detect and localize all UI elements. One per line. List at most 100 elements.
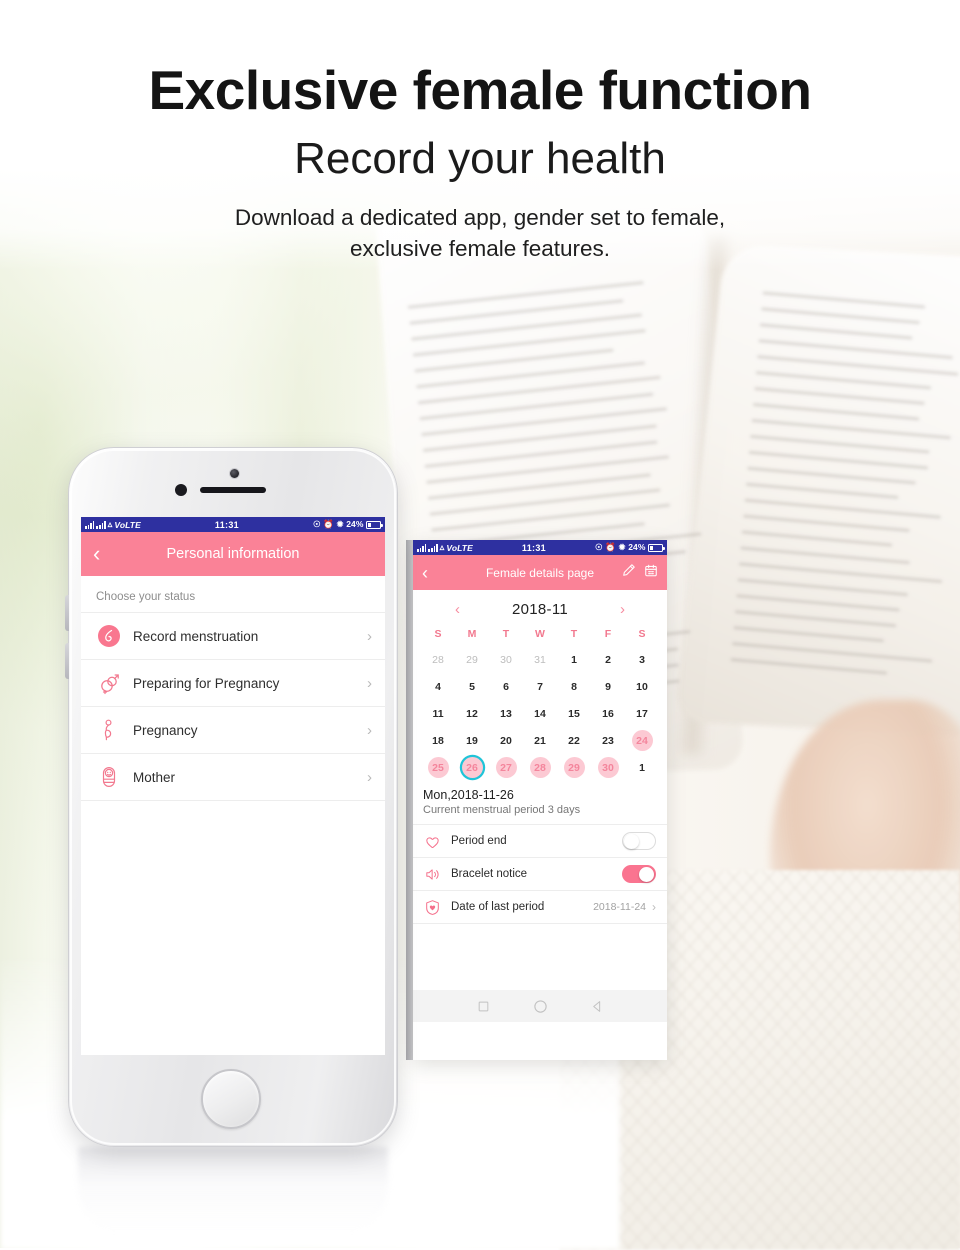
circle-home-icon[interactable] — [533, 999, 548, 1014]
calendar-week-row: 4 5 6 7 8 9 10 — [421, 673, 659, 700]
calendar-day[interactable]: 19 — [462, 730, 483, 751]
calendar-day[interactable]: 8 — [564, 676, 585, 697]
calendar-cell[interactable]: 7 — [523, 673, 557, 700]
book-text-line — [418, 376, 661, 404]
toggle-knob — [639, 867, 654, 882]
calendar-cell[interactable]: 26 — [455, 754, 489, 781]
status-option-row[interactable]: Pregnancy › — [81, 707, 385, 754]
edit-pen-icon[interactable] — [622, 563, 636, 582]
right-status-right: ☉ ⏰ ✹ 24% — [595, 543, 663, 552]
square-recents-icon[interactable] — [477, 1000, 490, 1013]
volume-down-button[interactable] — [65, 643, 69, 679]
calendar-cell[interactable]: 4 — [421, 673, 455, 700]
calendar-cell[interactable]: 22 — [557, 727, 591, 754]
calendar-cell[interactable]: 6 — [489, 673, 523, 700]
calendar-cell[interactable]: 17 — [625, 700, 659, 727]
calendar-day[interactable]: 22 — [564, 730, 585, 751]
back-button[interactable]: ‹ — [93, 543, 115, 565]
back-button[interactable]: ‹ — [422, 564, 440, 582]
calendar-cell[interactable]: 28 — [421, 646, 455, 673]
calendar-day[interactable]: 28 — [428, 649, 449, 670]
calendar-day[interactable]: 18 — [428, 730, 449, 751]
volume-up-button[interactable] — [65, 595, 69, 631]
calendar-day[interactable]: 30 — [598, 757, 619, 778]
calendar-day[interactable]: 30 — [496, 649, 517, 670]
calendar-cell[interactable]: 11 — [421, 700, 455, 727]
calendar-day[interactable]: 12 — [462, 703, 483, 724]
calendar-cell[interactable]: 30 — [489, 646, 523, 673]
calendar-day[interactable]: 9 — [598, 676, 619, 697]
calendar-cell[interactable]: 29 — [455, 646, 489, 673]
calendar-day[interactable]: 25 — [428, 757, 449, 778]
home-button[interactable] — [201, 1069, 261, 1129]
calendar-cell[interactable]: 5 — [455, 673, 489, 700]
calendar-cell[interactable]: 14 — [523, 700, 557, 727]
calendar-next-button[interactable]: › — [620, 601, 625, 618]
calendar-cell[interactable]: 10 — [625, 673, 659, 700]
calendar-day[interactable]: 6 — [496, 676, 517, 697]
calendar-cell[interactable]: 31 — [523, 646, 557, 673]
calendar-day[interactable]: 13 — [496, 703, 517, 724]
calendar-cell[interactable]: 19 — [455, 727, 489, 754]
calendar-day[interactable]: 29 — [564, 757, 585, 778]
calendar-day[interactable]: 1 — [632, 757, 653, 778]
calendar-cell[interactable]: 16 — [591, 700, 625, 727]
calendar-day[interactable]: 23 — [598, 730, 619, 751]
calendar-cell[interactable]: 8 — [557, 673, 591, 700]
calendar-cell[interactable]: 1 — [625, 754, 659, 781]
calendar-cell[interactable]: 9 — [591, 673, 625, 700]
triangle-back-icon[interactable] — [591, 1000, 604, 1013]
calendar-dow-cell: T — [557, 625, 591, 646]
calendar-day[interactable]: 20 — [496, 730, 517, 751]
calendar-day[interactable]: 7 — [530, 676, 551, 697]
mute-icon: ☉ — [313, 520, 321, 529]
calendar-cell[interactable]: 27 — [489, 754, 523, 781]
calendar-day[interactable]: 5 — [462, 676, 483, 697]
calendar-day[interactable]: 27 — [496, 757, 517, 778]
calendar-day[interactable]: 14 — [530, 703, 551, 724]
calendar-day[interactable]: 15 — [564, 703, 585, 724]
calendar-cell[interactable]: 30 — [591, 754, 625, 781]
toggle-switch[interactable] — [622, 832, 656, 850]
calendar-icon[interactable] — [644, 563, 658, 583]
calendar-day[interactable]: 24 — [632, 730, 653, 751]
book-text-line — [760, 323, 913, 339]
calendar-cell[interactable]: 1 — [557, 646, 591, 673]
calendar-day[interactable]: 4 — [428, 676, 449, 697]
calendar-day[interactable]: 21 — [530, 730, 551, 751]
calendar-cell[interactable]: 23 — [591, 727, 625, 754]
calendar-cell[interactable]: 21 — [523, 727, 557, 754]
preference-row[interactable]: Period end — [413, 825, 667, 858]
calendar-cell[interactable]: 28 — [523, 754, 557, 781]
calendar-cell[interactable]: 13 — [489, 700, 523, 727]
calendar-cell[interactable]: 18 — [421, 727, 455, 754]
headline-block: Exclusive female function Record your he… — [0, 58, 960, 264]
status-option-row[interactable]: Record menstruation › — [81, 613, 385, 660]
calendar-day[interactable]: 17 — [632, 703, 653, 724]
status-option-row[interactable]: Preparing for Pregnancy › — [81, 660, 385, 707]
calendar-cell[interactable]: 20 — [489, 727, 523, 754]
preference-row[interactable]: Date of last period 2018-11-24 › — [413, 891, 667, 924]
status-option-row[interactable]: Mother › — [81, 754, 385, 801]
calendar-cell[interactable]: 2 — [591, 646, 625, 673]
calendar-cell[interactable]: 3 — [625, 646, 659, 673]
calendar-prev-button[interactable]: ‹ — [455, 601, 460, 618]
calendar-cell[interactable]: 12 — [455, 700, 489, 727]
calendar-day[interactable]: 26 — [462, 757, 483, 778]
calendar-cell[interactable]: 25 — [421, 754, 455, 781]
calendar-week-row: 18 19 20 21 22 23 24 — [421, 727, 659, 754]
calendar-day[interactable]: 16 — [598, 703, 619, 724]
calendar-day[interactable]: 11 — [428, 703, 449, 724]
calendar-day[interactable]: 10 — [632, 676, 653, 697]
toggle-switch[interactable] — [622, 865, 656, 883]
calendar-day[interactable]: 1 — [564, 649, 585, 670]
calendar-cell[interactable]: 15 — [557, 700, 591, 727]
calendar-day[interactable]: 3 — [632, 649, 653, 670]
calendar-cell[interactable]: 24 — [625, 727, 659, 754]
preference-row[interactable]: Bracelet notice — [413, 858, 667, 891]
calendar-day[interactable]: 28 — [530, 757, 551, 778]
calendar-day[interactable]: 31 — [530, 649, 551, 670]
calendar-day[interactable]: 2 — [598, 649, 619, 670]
calendar-day[interactable]: 29 — [462, 649, 483, 670]
calendar-cell[interactable]: 29 — [557, 754, 591, 781]
